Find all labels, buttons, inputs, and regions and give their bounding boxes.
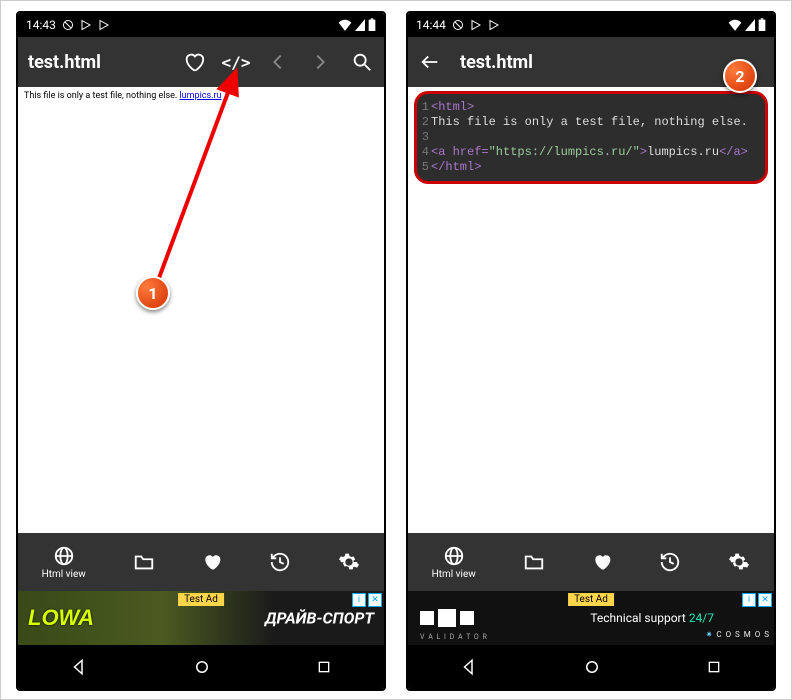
nav-home[interactable] — [193, 658, 211, 676]
ad-tag: Test Ad — [178, 593, 224, 606]
gear-icon — [338, 551, 360, 573]
gear-icon — [728, 551, 750, 573]
play-icon — [80, 19, 92, 31]
ad-tag: Test Ad — [568, 593, 614, 606]
play-icon-2 — [488, 19, 500, 31]
favorite-button[interactable] — [182, 50, 206, 74]
tab-html-label: Html view — [42, 569, 86, 580]
play-icon — [470, 19, 482, 31]
phone-left: 14:43 test.html </> This file is only — [16, 11, 386, 691]
tab-html-label: Html view — [432, 569, 476, 580]
tab-history[interactable] — [659, 551, 681, 573]
dnd-icon — [452, 19, 464, 31]
rendered-text: This file is only a test file, nothing e… — [24, 91, 179, 101]
rendered-content: This file is only a test file, nothing e… — [18, 87, 384, 533]
app-toolbar: test.html — [408, 37, 774, 87]
ad-info-button[interactable]: i — [742, 593, 756, 607]
ad-lowa-logo: LOWA — [28, 605, 94, 631]
status-bar: 14:43 — [18, 13, 384, 37]
nav-home[interactable] — [583, 658, 601, 676]
ad-p2p-subtitle: V A L I D A T O R — [420, 633, 488, 641]
tab-files[interactable] — [133, 551, 155, 573]
play-icon-2 — [98, 19, 110, 31]
tab-html-view[interactable]: Html view — [432, 545, 476, 580]
app-toolbar: test.html </> — [18, 37, 384, 87]
heart-icon — [202, 552, 222, 572]
status-time: 14:44 — [416, 18, 446, 32]
callout-2: 2 — [723, 59, 757, 93]
ad-p2p-logo — [420, 609, 474, 627]
page-title: test.html — [28, 52, 101, 73]
ad-banner[interactable]: Test Ad i ✕ LOWA ДРАЙВ-СПОРТ — [18, 591, 384, 645]
ad-close-button[interactable]: ✕ — [758, 593, 772, 607]
ad-close-button[interactable]: ✕ — [368, 593, 382, 607]
tab-favorites[interactable] — [592, 552, 612, 572]
tab-html-view[interactable]: Html view — [42, 545, 86, 580]
wifi-icon — [728, 19, 742, 31]
tab-settings[interactable] — [338, 551, 360, 573]
phone-right: 14:44 test.html 1<html> 2This file is on… — [406, 11, 776, 691]
history-icon — [269, 551, 291, 573]
folder-icon — [133, 551, 155, 573]
bottom-tabbar: Html view — [18, 533, 384, 591]
ad-drive-sport: ДРАЙВ-СПОРТ — [265, 609, 374, 628]
back-arrow-button[interactable] — [418, 50, 442, 74]
forward-button[interactable] — [308, 50, 332, 74]
tab-settings[interactable] — [728, 551, 750, 573]
globe-icon — [53, 545, 75, 567]
callout-1: 1 — [136, 276, 170, 310]
heart-icon — [592, 552, 612, 572]
code-content: 1<html> 2This file is only a test file, … — [408, 87, 774, 533]
nav-back[interactable] — [460, 658, 478, 676]
history-icon — [659, 551, 681, 573]
battery-icon — [758, 18, 766, 32]
tab-favorites[interactable] — [202, 552, 222, 572]
android-navbar — [18, 645, 384, 689]
globe-icon — [443, 545, 465, 567]
battery-icon — [368, 18, 376, 32]
page-title: test.html — [460, 52, 533, 73]
back-button[interactable] — [266, 50, 290, 74]
bottom-tabbar: Html view — [408, 533, 774, 591]
tab-files[interactable] — [523, 551, 545, 573]
code-box[interactable]: 1<html> 2This file is only a test file, … — [414, 91, 768, 184]
ad-controls: i ✕ — [352, 593, 382, 607]
status-time: 14:43 — [26, 18, 56, 32]
android-navbar — [408, 645, 774, 689]
code-toggle-button[interactable]: </> — [224, 50, 248, 74]
folder-icon — [523, 551, 545, 573]
dnd-icon — [62, 19, 74, 31]
wifi-icon — [338, 19, 352, 31]
search-button[interactable] — [350, 50, 374, 74]
status-bar: 14:44 — [408, 13, 774, 37]
tab-history[interactable] — [269, 551, 291, 573]
ad-banner[interactable]: Test Ad i ✕ V A L I D A T O R Technical … — [408, 591, 774, 645]
nav-recent[interactable] — [316, 659, 332, 675]
ad-p2p-text: Technical support 24/7 — [590, 611, 714, 625]
ad-cosmos: C O S M O S — [706, 630, 770, 639]
nav-back[interactable] — [70, 658, 88, 676]
rendered-link[interactable]: lumpics.ru — [179, 91, 221, 101]
signal-icon — [355, 19, 365, 31]
signal-icon — [745, 19, 755, 31]
nav-recent[interactable] — [706, 659, 722, 675]
ad-controls: i ✕ — [742, 593, 772, 607]
ad-info-button[interactable]: i — [352, 593, 366, 607]
